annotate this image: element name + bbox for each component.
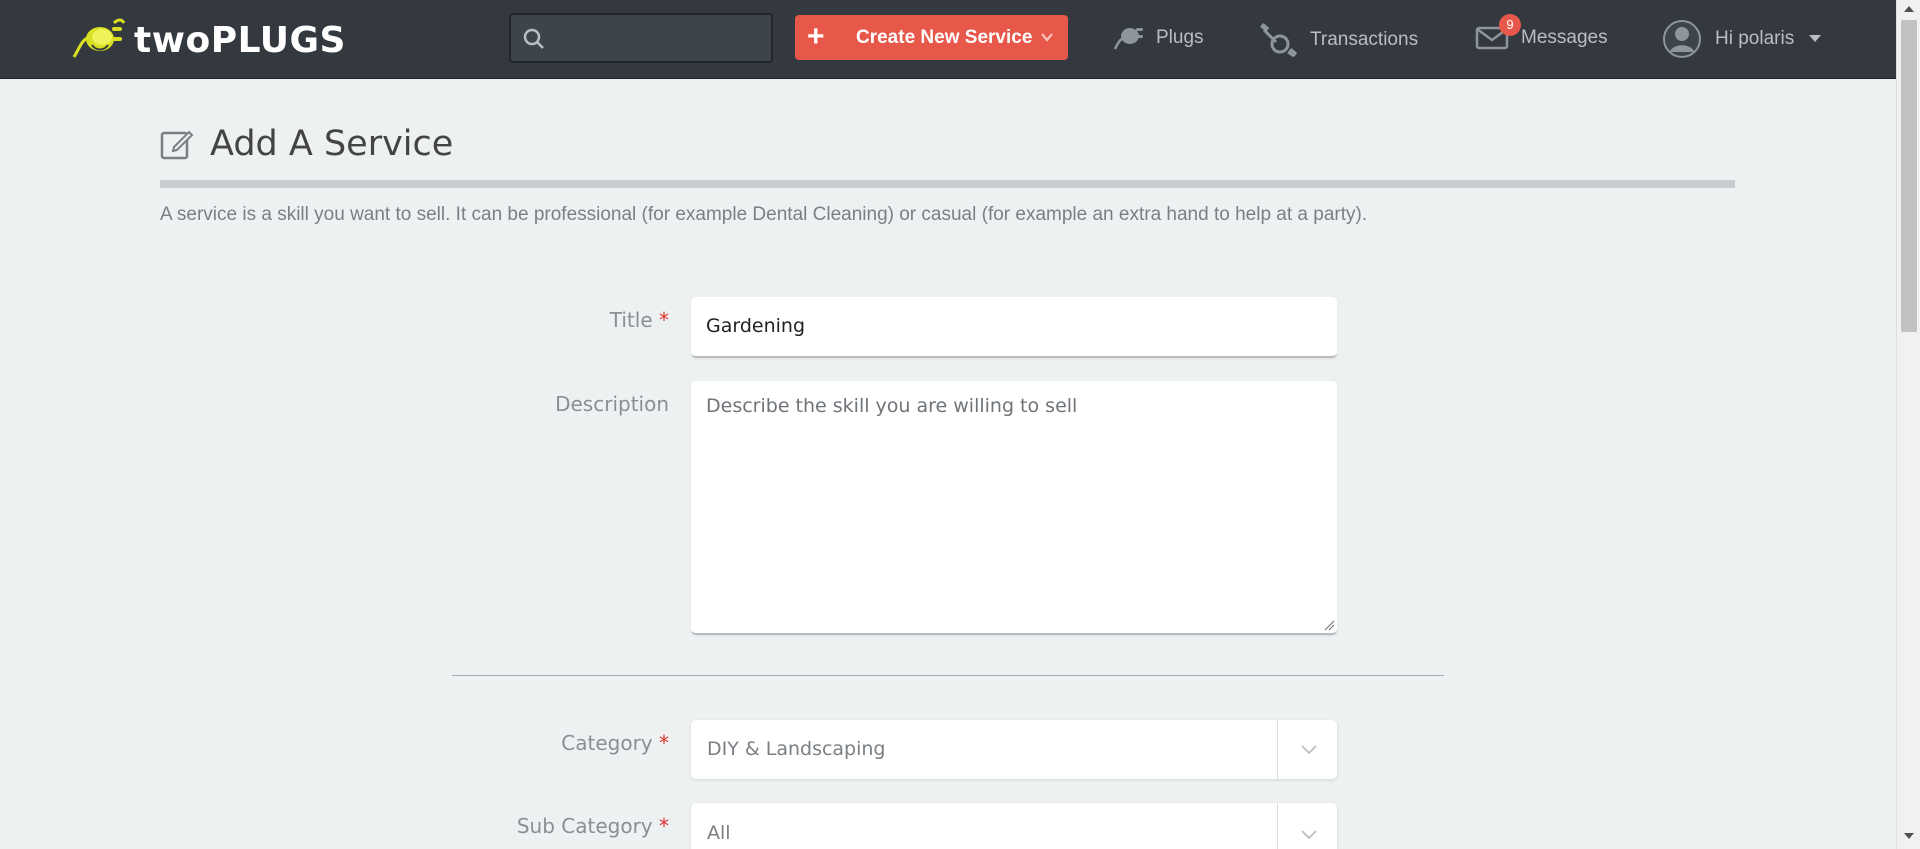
avatar-icon (1663, 20, 1701, 58)
description-label: Description (555, 392, 669, 416)
nav-messages[interactable]: Messages (1475, 18, 1608, 58)
select-separator (1277, 720, 1278, 779)
messages-count-badge: 9 (1499, 14, 1521, 36)
category-selected-value: DIY & Landscaping (707, 738, 886, 760)
top-navbar: twoPLUGS + Create New Service Plugs Tran… (0, 0, 1896, 79)
category-label: Category * (561, 731, 669, 755)
brand-logo[interactable]: twoPLUGS (70, 16, 346, 64)
subcategory-select[interactable]: All (691, 803, 1337, 849)
nav-plugs[interactable]: Plugs (1112, 18, 1204, 58)
resize-handle-icon[interactable] (1323, 619, 1335, 631)
plug-icon (1113, 28, 1143, 50)
chevron-down-icon[interactable] (1299, 742, 1319, 756)
search-input[interactable] (551, 23, 761, 53)
nav-transactions[interactable]: Transactions (1258, 20, 1418, 60)
chevron-down-icon[interactable] (1039, 29, 1055, 45)
category-select[interactable]: DIY & Landscaping (691, 720, 1337, 779)
required-mark: * (659, 731, 669, 755)
user-menu[interactable]: Hi polaris (1662, 19, 1822, 59)
required-mark: * (659, 308, 669, 332)
nav-transactions-label: Transactions (1310, 29, 1419, 50)
description-field[interactable] (691, 381, 1337, 635)
chevron-down-icon (1809, 35, 1822, 42)
title-label: Title * (609, 308, 669, 332)
plus-icon: + (807, 20, 825, 53)
scroll-down-icon[interactable] (1904, 833, 1914, 839)
create-new-service-button[interactable]: + Create New Service (795, 15, 1068, 60)
page-intro-text: A service is a skill you want to sell. I… (160, 204, 1368, 225)
plug-logo-icon (72, 18, 126, 58)
subcategory-label: Sub Category * (516, 814, 669, 838)
page-scrollbar[interactable] (1896, 0, 1920, 849)
search-icon (523, 28, 544, 49)
select-separator (1277, 803, 1278, 849)
edit-icon (160, 130, 194, 160)
title-input[interactable] (691, 297, 1337, 355)
nav-plugs-label: Plugs (1156, 27, 1204, 48)
transactions-icon (1260, 23, 1297, 58)
page-title: Add A Service (210, 124, 454, 164)
section-divider (452, 675, 1444, 676)
scrollbar-thumb[interactable] (1901, 20, 1917, 332)
title-divider (160, 180, 1735, 188)
title-field[interactable] (691, 297, 1337, 358)
search-box[interactable] (509, 13, 773, 63)
page-header: Add A Service (160, 122, 453, 166)
description-textarea[interactable] (691, 381, 1337, 633)
user-greeting: Hi polaris (1715, 28, 1795, 49)
scroll-up-icon[interactable] (1904, 6, 1914, 12)
create-new-service-label: Create New Service (856, 27, 1033, 48)
subcategory-selected-value: All (707, 822, 731, 844)
nav-messages-label: Messages (1521, 27, 1608, 48)
chevron-down-icon[interactable] (1299, 827, 1319, 841)
required-mark: * (659, 814, 669, 838)
brand-name: twoPLUGS (134, 19, 346, 61)
